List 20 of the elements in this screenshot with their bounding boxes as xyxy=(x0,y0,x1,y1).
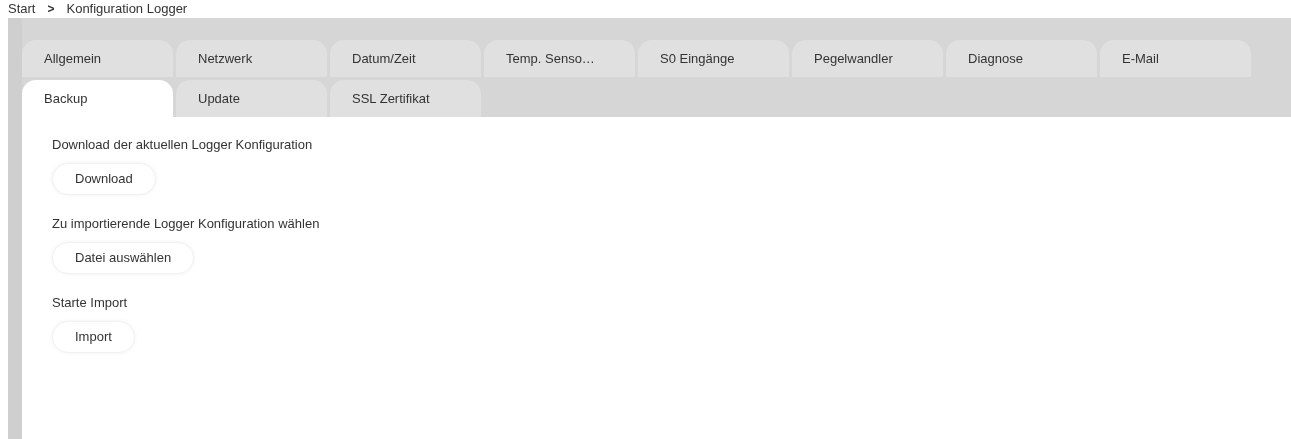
tab[interactable]: Update xyxy=(176,80,327,117)
action-button[interactable]: Download xyxy=(52,163,156,195)
breadcrumb-item[interactable]: Start xyxy=(8,0,36,19)
action-button[interactable]: Datei auswählen xyxy=(52,242,195,274)
section-label: Starte Import xyxy=(52,294,128,309)
tab[interactable]: Backup xyxy=(22,80,173,117)
tab[interactable]: Temp. Senso… xyxy=(484,40,635,77)
tab[interactable]: E-Mail xyxy=(1100,40,1251,77)
tab[interactable]: S0 Eingänge xyxy=(638,40,789,77)
action-button[interactable]: Import xyxy=(52,321,135,353)
breadcrumb-item[interactable]: Konfiguration Logger xyxy=(66,0,188,19)
tab[interactable]: Diagnose xyxy=(946,40,1097,77)
tab[interactable]: Pegelwandler xyxy=(792,40,943,77)
section-label: Download der aktuellen Logger Konfiguration xyxy=(52,136,313,151)
tab[interactable]: Datum/Zeit xyxy=(330,40,481,77)
breadcrumb-separator: > xyxy=(47,1,55,18)
tab[interactable]: SSL Zertifikat xyxy=(330,80,481,117)
section-label: Zu importierende Logger Konfiguration wählen xyxy=(52,215,320,230)
tab[interactable]: Allgemein xyxy=(22,40,173,77)
tab[interactable]: Netzwerk xyxy=(176,40,327,77)
